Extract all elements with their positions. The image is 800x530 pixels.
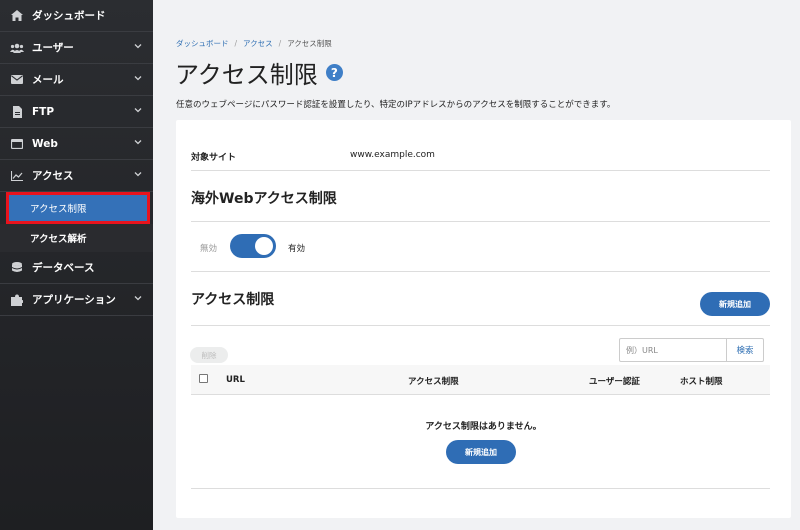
search-button[interactable]: 検索: [727, 338, 764, 362]
sidebar-item-applications[interactable]: アプリケーション: [0, 284, 153, 316]
breadcrumb-dashboard[interactable]: ダッシュボード: [176, 39, 229, 48]
access-section-title: アクセス制限: [191, 292, 275, 308]
table-header: URL アクセス制限 ユーザー認証 ホスト制限: [191, 365, 770, 395]
target-site-label: 対象サイト: [191, 153, 237, 163]
file-icon: [10, 105, 24, 119]
window-icon: [10, 137, 24, 151]
breadcrumb: ダッシュボード / アクセス / アクセス制限: [176, 38, 332, 49]
empty-message: アクセス制限はありません。: [425, 422, 542, 432]
breadcrumb-current: アクセス制限: [287, 39, 332, 48]
sidebar-item-label: メール: [32, 74, 64, 86]
sidebar-item-ftp[interactable]: FTP: [0, 96, 153, 128]
sidebar-item-label: アプリケーション: [32, 294, 116, 306]
column-header-url[interactable]: URL: [226, 375, 245, 385]
column-header-access-restriction[interactable]: アクセス制限: [408, 375, 459, 387]
sidebar-item-access[interactable]: アクセス: [0, 160, 153, 192]
mail-icon: [10, 73, 24, 87]
sidebar-item-mail[interactable]: メール: [0, 64, 153, 96]
divider: [191, 170, 770, 171]
chevron-down-icon: [134, 140, 142, 145]
sidebar-subitem-access-restriction[interactable]: アクセス制限: [6, 192, 150, 224]
table-bottom-border: [191, 488, 770, 489]
sidebar-item-web[interactable]: Web: [0, 128, 153, 160]
toggle-on-label: 有効: [288, 244, 306, 254]
add-new-button[interactable]: 新規追加: [700, 292, 770, 316]
breadcrumb-access[interactable]: アクセス: [243, 39, 273, 48]
toggle-off-label: 無効: [200, 244, 218, 254]
divider: [191, 271, 770, 272]
users-icon: [10, 41, 24, 55]
sidebar-subitem-label: アクセス制限: [30, 204, 87, 215]
chart-icon: [10, 169, 24, 183]
sidebar-subitem-access-analysis[interactable]: アクセス解析: [0, 224, 153, 252]
sidebar-item-dashboard[interactable]: ダッシュボード: [0, 0, 153, 32]
sidebar-item-label: ダッシュボード: [32, 10, 106, 22]
chevron-down-icon: [134, 172, 142, 177]
sidebar-item-label: データベース: [32, 262, 95, 274]
main-content: ダッシュボード / アクセス / アクセス制限 アクセス制限 ? 任意のウェブページにパ…: [153, 0, 800, 530]
chevron-down-icon: [134, 296, 142, 301]
puzzle-icon: [10, 293, 24, 307]
chevron-down-icon: [134, 76, 142, 81]
toggle-knob: [255, 237, 273, 255]
page-title: アクセス制限 ?: [175, 55, 343, 90]
search-input[interactable]: 例）URL: [619, 338, 727, 362]
sidebar: ダッシュボード ユーザー メール FTP Web アクセス アクセス制限 アクセ…: [0, 0, 153, 530]
empty-add-new-button[interactable]: 新規追加: [446, 440, 516, 464]
help-icon[interactable]: ?: [325, 64, 343, 81]
sidebar-item-label: Web: [32, 137, 58, 150]
sidebar-item-label: FTP: [32, 105, 55, 118]
column-header-host-restriction[interactable]: ホスト制限: [680, 375, 723, 387]
overseas-section-title: 海外Webアクセス制限: [191, 191, 337, 207]
content-card: 対象サイト www.example.com 海外Webアクセス制限 無効 有効 …: [176, 120, 791, 518]
sidebar-item-label: アクセス: [32, 170, 74, 182]
home-icon: [10, 9, 24, 23]
sidebar-item-database[interactable]: データベース: [0, 252, 153, 284]
delete-button[interactable]: 削除: [190, 347, 228, 363]
divider: [191, 325, 770, 326]
sidebar-item-label: ユーザー: [32, 42, 74, 54]
divider: [191, 221, 770, 222]
column-header-user-auth[interactable]: ユーザー認証: [589, 375, 640, 387]
chevron-down-icon: [134, 108, 142, 113]
breadcrumb-separator: /: [278, 39, 282, 48]
chevron-down-icon: [134, 44, 142, 49]
page-description: 任意のウェブページにパスワード認証を設置したり、特定のIPアドレスからのアクセス…: [176, 100, 616, 110]
sidebar-item-users[interactable]: ユーザー: [0, 32, 153, 64]
breadcrumb-separator: /: [234, 39, 238, 48]
select-all-checkbox[interactable]: [199, 374, 208, 383]
page-title-text: アクセス制限: [175, 61, 318, 89]
sidebar-subitem-label: アクセス解析: [30, 234, 87, 245]
overseas-restriction-toggle[interactable]: [230, 234, 276, 258]
target-site-value: www.example.com: [350, 150, 435, 160]
database-icon: [10, 261, 24, 275]
